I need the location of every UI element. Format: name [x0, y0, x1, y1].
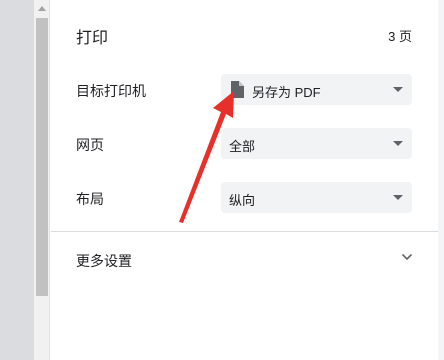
chevron-down-icon [393, 141, 403, 146]
document-icon [231, 81, 244, 98]
pages-select[interactable]: 全部 [221, 128, 412, 159]
page-title: 打印 [76, 30, 109, 47]
chevron-down-icon [393, 87, 403, 92]
preview-area [0, 0, 34, 360]
panel-edge [438, 0, 444, 360]
destination-value: 另存为 PDF [252, 85, 321, 100]
pages-label: 网页 [76, 137, 104, 153]
destination-select[interactable]: 另存为 PDF [221, 74, 412, 105]
expand-more-icon[interactable] [401, 251, 413, 263]
destination-label: 目标打印机 [76, 83, 146, 99]
layout-label: 布局 [76, 191, 104, 207]
pages-value: 全部 [229, 139, 256, 154]
page-count: 3 页 [388, 29, 412, 44]
layout-value: 纵向 [229, 193, 256, 208]
chevron-down-icon [393, 195, 403, 200]
scroll-up-arrow-icon[interactable] [38, 6, 46, 11]
layout-select[interactable]: 纵向 [221, 182, 412, 213]
divider [51, 231, 438, 232]
more-settings-label[interactable]: 更多设置 [76, 251, 132, 271]
print-settings-panel: 打印 3 页 目标打印机 另存为 PDF 网页 全部 布局 纵向 更多设置 [51, 0, 444, 360]
scroll-thumb[interactable] [36, 18, 48, 296]
scrollbar[interactable] [34, 0, 50, 360]
